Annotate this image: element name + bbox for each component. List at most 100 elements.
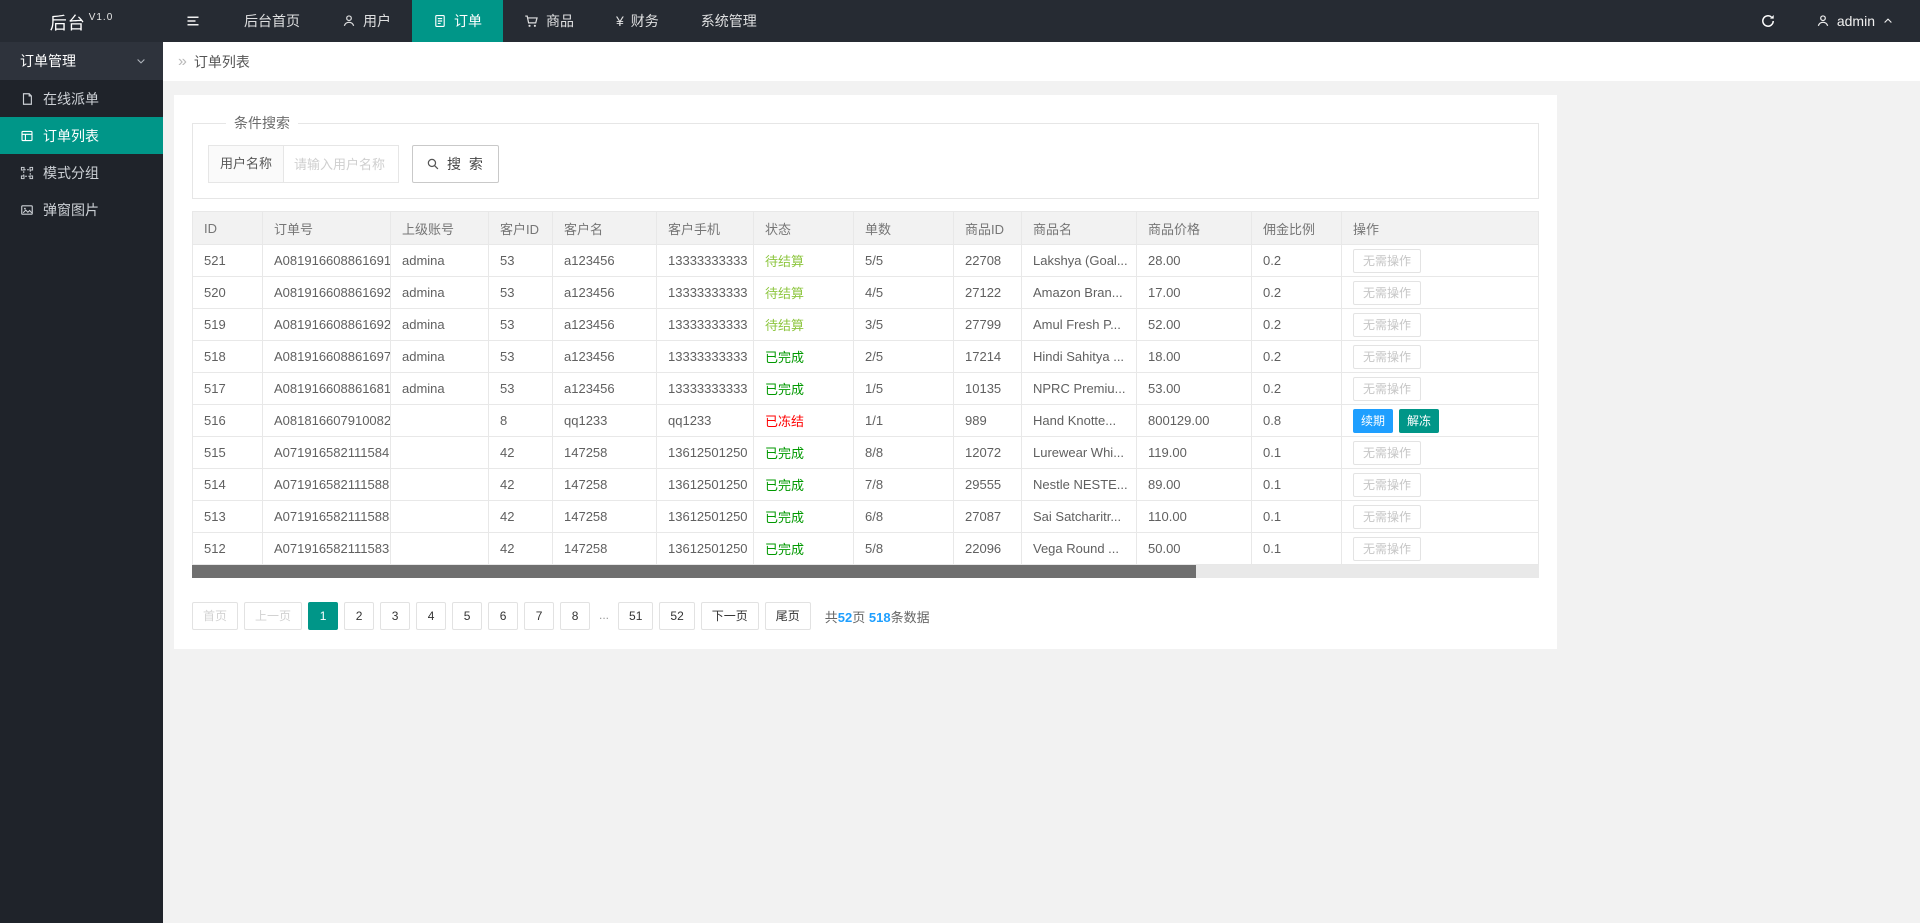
sidebar-item-label: 订单列表: [43, 126, 99, 146]
sidebar-item-popup-image[interactable]: 弹窗图片: [0, 191, 163, 228]
nav-item-orders[interactable]: 订单: [412, 0, 503, 42]
cell-status: 已完成: [754, 501, 854, 533]
horizontal-scrollbar[interactable]: [192, 565, 1539, 578]
nav-item-system[interactable]: 系统管理: [680, 0, 778, 42]
search-fieldset: 条件搜索 用户名称 搜 索: [192, 113, 1539, 199]
cell-product_id: 22708: [954, 245, 1022, 277]
cell-phone: 13612501250: [657, 501, 754, 533]
pagination-page-51[interactable]: 51: [618, 602, 653, 630]
cell-count: 1/5: [854, 373, 954, 405]
pagination-page-8[interactable]: 8: [560, 602, 590, 630]
nav-menu: 后台首页用户 订单 商品¥财务系统管理: [223, 0, 778, 42]
no-action-button: 无需操作: [1353, 473, 1421, 497]
table-row: 520A08191660886169248admina53a1234561333…: [193, 277, 1539, 309]
yen-icon: ¥: [616, 14, 624, 28]
table-row: 517A08191660886168152admina53a1234561333…: [193, 373, 1539, 405]
nav-item-users[interactable]: 用户: [321, 0, 412, 42]
cell-commission: 0.2: [1252, 277, 1342, 309]
sidebar-item-online-dispatch[interactable]: 在线派单: [0, 80, 163, 117]
table-row: 513A071916582111588394214725813612501250…: [193, 501, 1539, 533]
cell-count: 5/8: [854, 533, 954, 565]
cell-price: 28.00: [1137, 245, 1252, 277]
cell-customer_name: 147258: [553, 533, 657, 565]
table-header-row: ID订单号上级账号客户ID客户名客户手机状态单数商品ID商品名商品价格佣金比例操…: [193, 212, 1539, 245]
cell-product_id: 27799: [954, 309, 1022, 341]
cart-icon: [524, 14, 539, 29]
pagination-page-7[interactable]: 7: [524, 602, 554, 630]
status-badge: 已完成: [765, 382, 804, 397]
pagination-page-6[interactable]: 6: [488, 602, 518, 630]
cell-count: 2/5: [854, 341, 954, 373]
username-field-label: 用户名称: [208, 145, 284, 183]
no-action-button: 无需操作: [1353, 345, 1421, 369]
cell-parent: admina: [391, 341, 489, 373]
cell-commission: 0.1: [1252, 501, 1342, 533]
cell-id: 512: [193, 533, 263, 565]
nav-item-label: 订单: [454, 11, 482, 31]
cell-parent: [391, 501, 489, 533]
cell-customer_name: a123456: [553, 309, 657, 341]
user-dropdown[interactable]: admin: [1816, 13, 1894, 29]
cell-parent: [391, 469, 489, 501]
cell-customer_name: a123456: [553, 277, 657, 309]
cell-id: 520: [193, 277, 263, 309]
sidebar-item-mode-group[interactable]: 模式分组: [0, 154, 163, 191]
cell-count: 6/8: [854, 501, 954, 533]
pagination-page-3[interactable]: 3: [380, 602, 410, 630]
sidebar-item-label: 弹窗图片: [43, 200, 99, 220]
pagination-page-5[interactable]: 5: [452, 602, 482, 630]
nav-item-home[interactable]: 后台首页: [223, 0, 321, 42]
pagination-page-52[interactable]: 52: [659, 602, 694, 630]
sidebar: 订单管理 在线派单订单列表模式分组弹窗图片: [0, 42, 163, 923]
cell-phone: 13612501250: [657, 437, 754, 469]
sidebar-group-order-management[interactable]: 订单管理: [0, 42, 163, 80]
unfreeze-button[interactable]: 解冻: [1399, 409, 1439, 433]
scrollbar-thumb[interactable]: [192, 565, 1196, 578]
cell-phone: 13333333333: [657, 277, 754, 309]
cell-status: 已冻结: [754, 405, 854, 437]
cell-product_id: 22096: [954, 533, 1022, 565]
app-version: V1.0: [89, 12, 114, 23]
cell-commission: 0.2: [1252, 245, 1342, 277]
cell-phone: 13333333333: [657, 341, 754, 373]
cell-count: 4/5: [854, 277, 954, 309]
cell-order_no: A07191658211158839: [263, 501, 391, 533]
cell-id: 514: [193, 469, 263, 501]
pagination-page-2[interactable]: 2: [344, 602, 374, 630]
status-badge: 已冻结: [765, 414, 804, 429]
cell-actions: 无需操作: [1342, 309, 1539, 341]
status-badge: 待结算: [765, 318, 804, 333]
cell-customer_id: 42: [489, 437, 553, 469]
cell-customer_id: 42: [489, 469, 553, 501]
pagination-ellipsis: ...: [596, 602, 612, 630]
cell-price: 119.00: [1137, 437, 1252, 469]
pagination-next[interactable]: 下一页: [701, 602, 759, 630]
cell-customer_name: a123456: [553, 373, 657, 405]
cell-order_no: A08191660886168152: [263, 373, 391, 405]
cell-customer_id: 53: [489, 245, 553, 277]
search-icon: [426, 157, 440, 171]
cell-product_name: Hindi Sahitya ...: [1022, 341, 1137, 373]
cell-order_no: A08191660886169298: [263, 309, 391, 341]
pagination-page-4[interactable]: 4: [416, 602, 446, 630]
pagination-page-1[interactable]: 1: [308, 602, 338, 630]
cell-commission: 0.2: [1252, 309, 1342, 341]
search-button[interactable]: 搜 索: [412, 145, 499, 183]
menu-toggle-icon[interactable]: [163, 0, 223, 42]
no-action-button: 无需操作: [1353, 441, 1421, 465]
cell-order_no: A07191658211158467: [263, 437, 391, 469]
username-input[interactable]: [283, 145, 399, 183]
summary-text: 共: [825, 610, 838, 625]
nav-item-finance[interactable]: ¥财务: [595, 0, 680, 42]
renew-button[interactable]: 续期: [1353, 409, 1393, 433]
sidebar-item-label: 模式分组: [43, 163, 99, 183]
cell-parent: [391, 533, 489, 565]
refresh-button[interactable]: [1760, 13, 1776, 29]
summary-text: 页: [852, 610, 869, 625]
table-row: 514A071916582111588144214725813612501250…: [193, 469, 1539, 501]
pagination-last[interactable]: 尾页: [765, 602, 811, 630]
sidebar-item-order-list[interactable]: 订单列表: [0, 117, 163, 154]
nav-item-products[interactable]: 商品: [503, 0, 595, 42]
top-navbar: 后台V1.0 后台首页用户订单商品¥财务系统管理 admin: [0, 0, 1920, 42]
doc-icon: [20, 92, 34, 106]
